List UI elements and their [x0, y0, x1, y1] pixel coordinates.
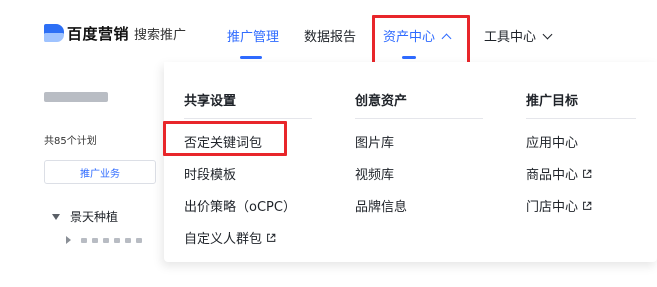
divider: [355, 118, 483, 119]
blurred-label: [81, 237, 142, 243]
external-link-icon: [583, 169, 592, 178]
tree-node-plan[interactable]: 景天种植: [52, 208, 118, 225]
nav-tab-asset-center[interactable]: 资产中心: [383, 26, 452, 45]
nav-tab-data-report[interactable]: 数据报告: [304, 26, 356, 45]
nav-tab-promotion-management[interactable]: 推广管理: [227, 26, 279, 45]
caret-right-icon: [66, 236, 71, 244]
menu-item-product-center[interactable]: 商品中心: [526, 164, 592, 183]
page: 百度营销 搜索推广 推广管理 数据报告 资产中心 工具中心 共85个计划 推广业…: [0, 0, 657, 287]
menu-item-custom-audience-pack[interactable]: 自定义人群包: [184, 228, 276, 247]
menu-item-time-template[interactable]: 时段模板: [184, 164, 236, 183]
asset-center-dropdown: 共享设置 否定关键词包 时段模板 出价策略（oCPC） 自定义人群包 创意资产 …: [163, 62, 657, 262]
divider: [184, 118, 312, 119]
nav-hover-underline: [402, 56, 416, 59]
plan-count: 共85个计划: [44, 136, 97, 147]
menu-item-app-center[interactable]: 应用中心: [526, 132, 578, 151]
top-nav: 百度营销 搜索推广 推广管理 数据报告 资产中心 工具中心: [0, 0, 657, 76]
menu-item-video-library[interactable]: 视频库: [355, 164, 394, 183]
menu-item-bid-strategy-ocpc[interactable]: 出价策略（oCPC）: [184, 196, 296, 215]
menu-item-image-library[interactable]: 图片库: [355, 132, 394, 151]
account-name-blurred: [44, 92, 108, 102]
tab-promotion-business[interactable]: 推广业务: [44, 160, 156, 184]
chevron-up-icon: [441, 33, 452, 44]
tree-node-child-blurred[interactable]: [66, 236, 142, 244]
divider: [526, 118, 636, 119]
brand-name: 百度营销: [67, 24, 130, 43]
menu-item-brand-info[interactable]: 品牌信息: [355, 196, 407, 215]
chevron-down-icon: [542, 29, 553, 40]
menu-item-negative-keyword-pack[interactable]: 否定关键词包: [184, 132, 262, 151]
sidebar: 共85个计划 推广业务 景天种植: [44, 62, 164, 287]
column-heading-shared-settings: 共享设置: [184, 94, 237, 109]
menu-item-store-center[interactable]: 门店中心: [526, 196, 592, 215]
caret-down-icon: [52, 213, 60, 220]
brand-subtitle: 搜索推广: [134, 27, 187, 43]
column-heading-promotion-target: 推广目标: [526, 94, 579, 109]
nav-tab-tool-center[interactable]: 工具中心: [484, 26, 553, 45]
external-link-icon: [267, 233, 276, 242]
column-heading-creative-assets: 创意资产: [355, 94, 408, 109]
baidu-logo-icon: [44, 24, 64, 42]
nav-active-underline: [240, 56, 262, 59]
logo[interactable]: 百度营销 搜索推广: [44, 22, 186, 44]
external-link-icon: [583, 201, 592, 210]
